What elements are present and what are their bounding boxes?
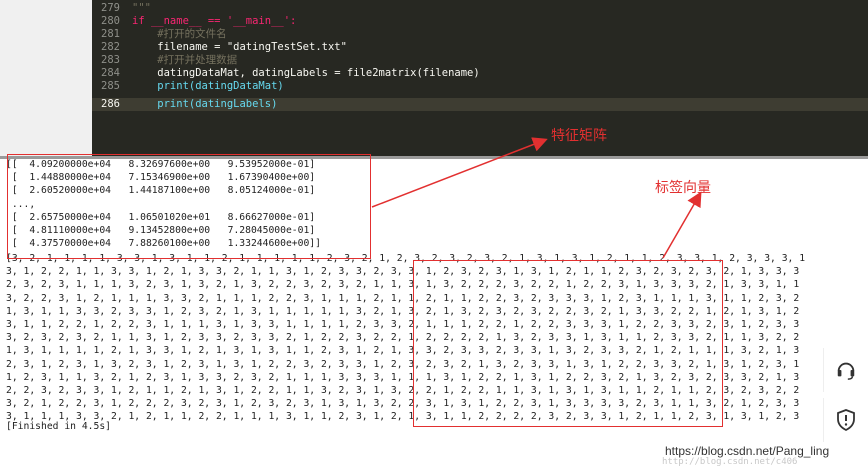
matrix-highlight-box <box>7 154 371 259</box>
labels-highlight-box <box>413 260 723 427</box>
matrix-annotation-label: 特征矩阵 <box>551 128 607 144</box>
headset-icon <box>837 362 855 380</box>
code-line: 279 """ <box>101 2 151 14</box>
customer-service-button[interactable] <box>823 348 868 392</box>
code-line: 281 #打开的文件名 <box>101 28 227 40</box>
code-line: 282 filename = "datingTestSet.txt" <box>101 41 347 53</box>
report-button[interactable] <box>823 398 868 442</box>
shield-icon <box>837 409 855 431</box>
watermark-faint: http://blog.csdn.net/c406 <box>662 457 798 467</box>
watermark-url: https://blog.csdn.net/Pang_ling <box>665 444 830 458</box>
finished-status: [Finished in 4.5s] <box>6 421 111 432</box>
labels-annotation-label: 标签向量 <box>655 180 711 196</box>
editor-left-gutter <box>0 0 92 156</box>
code-line: 285 print(datingDataMat) <box>101 80 284 92</box>
code-line: 284 datingDataMat, datingLabels = file2m… <box>101 67 480 79</box>
code-line: 280 if __name__ == '__main__': <box>101 15 297 27</box>
code-line: 283 #打开并处理数据 <box>101 54 238 66</box>
code-line-active: 286 print(datingLabels) <box>101 98 278 110</box>
